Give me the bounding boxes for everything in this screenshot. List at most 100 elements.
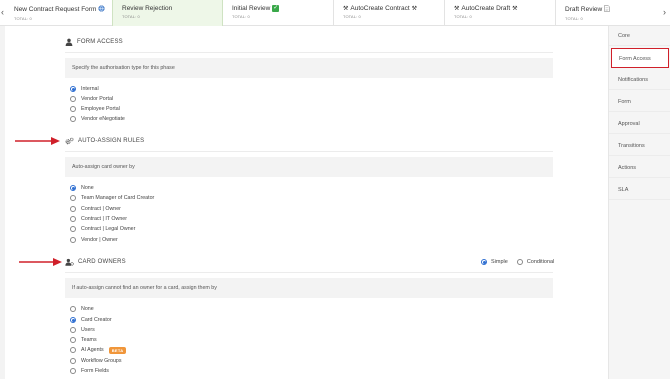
radio[interactable] <box>70 226 76 232</box>
radio-selected[interactable] <box>70 86 76 92</box>
radio[interactable] <box>70 368 76 374</box>
gears-icon <box>65 137 74 145</box>
auto-assign-header: AUTO-ASSIGN RULES <box>65 137 144 145</box>
users-gear-icon <box>65 258 74 266</box>
tab-autocreate-draft[interactable]: ⚒ AutoCreate Draft ⚒ TOTAL: 0 <box>445 0 556 26</box>
tab-review-rejection[interactable]: Review Rejection TOTAL: 0 <box>112 0 223 26</box>
auto-assign-title: AUTO-ASSIGN RULES <box>78 138 145 144</box>
nav-approval[interactable]: Approval <box>609 114 670 134</box>
tab-label: AutoCreate Contract <box>350 5 410 12</box>
radio[interactable] <box>70 347 76 353</box>
tab-total: TOTAL: 0 <box>454 14 472 19</box>
form-access-header: FORM ACCESS <box>65 38 123 46</box>
radio-selected[interactable] <box>70 185 76 191</box>
red-arrow-icon <box>15 137 60 145</box>
tools-icon: ⚒ <box>454 5 460 12</box>
option-label: Vendor | Owner <box>81 237 118 243</box>
card-owner-option[interactable]: Form Fields <box>70 367 109 375</box>
mode-toggle: Simple Conditional <box>481 259 554 265</box>
nav-transitions[interactable]: Transitions <box>609 136 670 156</box>
tab-total: TOTAL: 0 <box>232 14 250 19</box>
phase-settings-panel: FORM ACCESS Specify the authorisation ty… <box>5 26 608 379</box>
auto-assign-option[interactable]: Contract | IT Owner <box>70 215 127 223</box>
option-label: None <box>81 306 94 312</box>
form-access-title: FORM ACCESS <box>77 39 123 45</box>
document-icon <box>604 5 610 14</box>
card-owner-option[interactable]: Teams <box>70 336 97 344</box>
form-access-option[interactable]: Employee Portal <box>70 105 120 113</box>
tab-label: Initial Review <box>232 5 271 12</box>
auto-assign-option[interactable]: None <box>70 184 94 192</box>
radio[interactable] <box>70 327 76 333</box>
card-owners-title: CARD OWNERS <box>78 259 126 265</box>
scroll-right-icon[interactable]: › <box>663 7 666 17</box>
radio[interactable] <box>70 358 76 364</box>
tab-label: Draft Review <box>565 6 603 13</box>
tab-new-contract-request-form[interactable]: New Contract Request Form TOTAL: 0 <box>5 0 115 26</box>
form-access-option[interactable]: Vendor eNegotiate <box>70 115 125 123</box>
tab-label: Review Rejection <box>122 5 173 12</box>
option-label: Form Fields <box>81 368 109 374</box>
card-owner-option[interactable]: AI Agents BETA <box>70 346 127 354</box>
radio[interactable] <box>70 206 76 212</box>
tab-total: TOTAL: 0 <box>565 16 583 21</box>
mode-conditional-label: Conditional <box>526 259 555 265</box>
tab-initial-review[interactable]: Initial Review ✓ TOTAL: 0 <box>223 0 334 26</box>
card-owners-prompt: If auto-assign cannot find an owner for … <box>65 278 553 298</box>
option-label: AI Agents <box>81 347 104 353</box>
option-label: Internal <box>81 86 99 92</box>
nav-actions[interactable]: Actions <box>609 158 670 178</box>
card-owner-option[interactable]: Card Creator <box>70 316 112 324</box>
radio[interactable] <box>70 106 76 112</box>
mode-conditional-radio[interactable] <box>516 259 523 265</box>
option-label: Teams <box>81 337 97 343</box>
radio[interactable] <box>70 116 76 122</box>
option-label: Vendor eNegotiate <box>81 116 125 122</box>
option-label: Employee Portal <box>81 106 120 112</box>
option-label: Contract | Owner <box>81 206 121 212</box>
tools-icon: ⚒ <box>411 5 418 12</box>
auto-assign-option[interactable]: Contract | Legal Owner <box>70 225 135 233</box>
auto-assign-option[interactable]: Contract | Owner <box>70 205 121 213</box>
tab-draft-review[interactable]: Draft Review TOTAL: 0 <box>556 0 662 26</box>
option-label: Contract | IT Owner <box>81 216 128 222</box>
card-owners-header: CARD OWNERS <box>65 258 126 266</box>
option-label: Users <box>81 327 95 333</box>
option-label: Vendor Portal <box>81 96 114 102</box>
tools-icon: ⚒ <box>512 5 518 12</box>
nav-form-access[interactable]: Form Access <box>611 48 669 68</box>
nav-notifications[interactable]: Notifications <box>609 70 670 90</box>
tab-autocreate-contract[interactable]: ⚒ AutoCreate Contract ⚒ TOTAL: 0 <box>334 0 445 26</box>
settings-nav: Core Form Access Notifications Form Appr… <box>608 26 670 379</box>
auto-assign-option[interactable]: Vendor | Owner <box>70 236 118 244</box>
scroll-left-icon[interactable]: ‹ <box>1 7 4 17</box>
tools-icon: ⚒ <box>343 5 349 12</box>
form-access-option[interactable]: Internal <box>70 85 99 93</box>
tab-total: TOTAL: 0 <box>122 14 140 19</box>
auto-assign-option[interactable]: Team Manager of Card Creator <box>70 194 154 202</box>
form-access-option[interactable]: Vendor Portal <box>70 95 113 103</box>
radio-selected[interactable] <box>70 317 76 323</box>
nav-form[interactable]: Form <box>609 92 670 112</box>
card-owner-option[interactable]: Users <box>70 326 95 334</box>
beta-badge: BETA <box>108 346 127 354</box>
mode-simple-radio[interactable] <box>481 259 487 265</box>
option-label: Card Creator <box>81 317 112 323</box>
radio[interactable] <box>70 96 76 102</box>
radio[interactable] <box>70 216 76 222</box>
radio[interactable] <box>70 306 76 312</box>
option-label: Contract | Legal Owner <box>81 226 136 232</box>
phase-tabs: ‹ New Contract Request Form TOTAL: 0 Rev… <box>0 0 670 26</box>
card-owner-option[interactable]: Workflow Groups <box>70 357 122 365</box>
radio[interactable] <box>70 337 76 343</box>
card-owner-option[interactable]: None <box>70 305 94 313</box>
nav-sla[interactable]: SLA <box>609 180 670 200</box>
mode-simple-label: Simple <box>491 259 508 265</box>
radio[interactable] <box>70 237 76 243</box>
tab-label: AutoCreate Draft <box>461 5 511 12</box>
nav-core[interactable]: Core <box>609 26 670 46</box>
radio[interactable] <box>70 195 76 201</box>
tab-total: TOTAL: 0 <box>14 16 32 21</box>
divider <box>65 52 553 53</box>
option-label: Team Manager of Card Creator <box>81 195 155 201</box>
